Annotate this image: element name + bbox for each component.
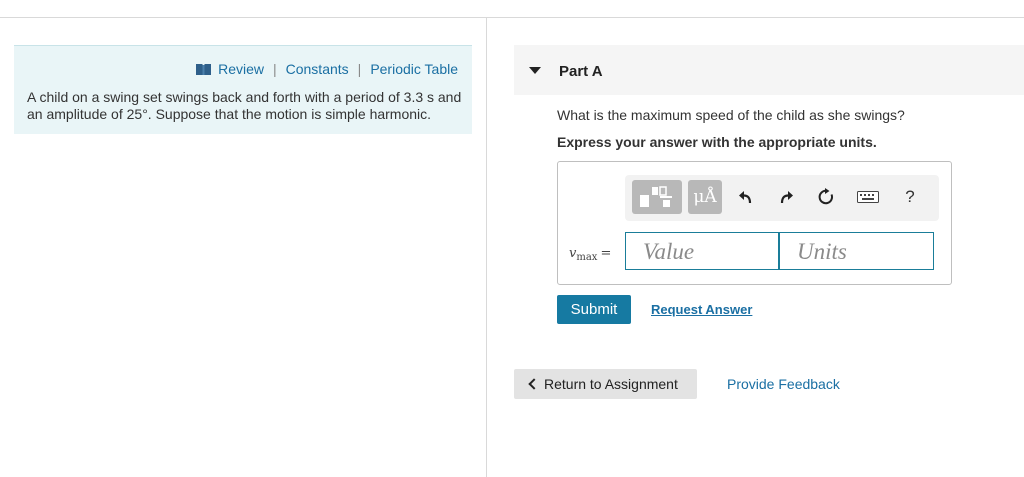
separator: | (272, 61, 277, 77)
provide-feedback-link[interactable]: Provide Feedback (727, 376, 840, 392)
undo-icon (739, 191, 752, 204)
units-input[interactable]: Units (779, 232, 934, 270)
resource-links: Review | Constants | Periodic Table (196, 61, 458, 77)
keyboard-icon (857, 191, 879, 203)
reset-icon (818, 188, 833, 205)
problem-statement: A child on a swing set swings back and f… (27, 89, 462, 122)
question-text: What is the maximum speed of the child a… (557, 107, 905, 123)
equals-sign: = (600, 246, 612, 261)
request-answer-link[interactable]: Request Answer (651, 302, 752, 317)
return-to-assignment-button[interactable]: Return to Assignment (514, 369, 697, 399)
math-toolbar: μÅ ? (625, 175, 939, 221)
part-title: Part A (559, 63, 603, 80)
return-label: Return to Assignment (544, 376, 678, 392)
answer-box: μÅ ? vmax = Value Units (557, 161, 952, 285)
help-icon: ? (905, 187, 915, 206)
review-link[interactable]: Review (218, 61, 264, 77)
separator: | (357, 61, 362, 77)
problem-panel: Review | Constants | Periodic Table A ch… (14, 45, 472, 134)
templates-icon (640, 186, 672, 207)
units-button[interactable]: μÅ (688, 180, 722, 214)
units-icon: μÅ (693, 187, 717, 207)
periodic-table-link[interactable]: Periodic Table (370, 61, 458, 77)
column-divider (486, 17, 487, 477)
constants-link[interactable]: Constants (286, 61, 349, 77)
redo-button[interactable] (775, 180, 797, 214)
submit-button[interactable]: Submit (557, 295, 631, 324)
chevron-left-icon (528, 378, 540, 390)
variable-subscript: max (576, 252, 598, 263)
value-input[interactable]: Value (625, 232, 779, 270)
undo-button[interactable] (735, 180, 757, 214)
keyboard-button[interactable] (855, 180, 881, 214)
redo-icon (780, 191, 793, 204)
part-header[interactable]: Part A (514, 45, 1024, 95)
collapse-arrow-icon[interactable] (529, 67, 541, 74)
book-icon (196, 63, 212, 75)
templates-button[interactable] (632, 180, 682, 214)
top-divider (0, 17, 1024, 18)
instruction-text: Express your answer with the appropriate… (557, 134, 877, 150)
help-button[interactable]: ? (900, 180, 920, 214)
answer-variable-label: vmax = (569, 246, 611, 263)
reset-button[interactable] (815, 180, 837, 214)
